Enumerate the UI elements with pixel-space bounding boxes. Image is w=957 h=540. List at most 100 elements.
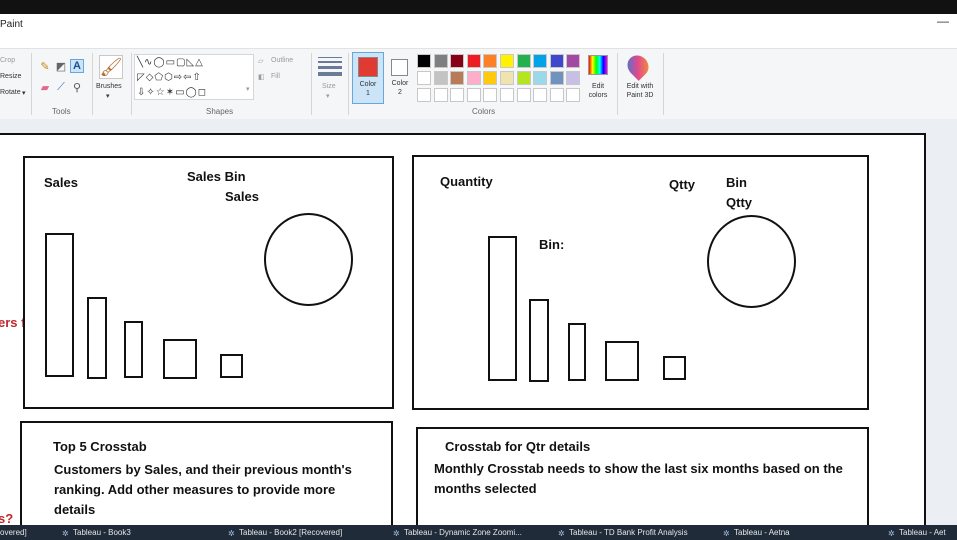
tableau-icon: ✲	[393, 529, 400, 538]
fill-bucket-icon[interactable]: ◩	[54, 59, 68, 73]
palette-swatch[interactable]	[533, 71, 548, 85]
quantity-title: Quantity	[440, 174, 493, 189]
taskbar-item[interactable]: overed]	[0, 528, 27, 537]
sales-title: Sales	[44, 175, 78, 190]
tableau-icon: ✲	[723, 529, 730, 538]
shapes-group-label: Shapes	[206, 107, 234, 116]
screen-top-bar	[0, 0, 957, 14]
palette-swatch[interactable]	[500, 54, 514, 68]
palette-swatch[interactable]	[417, 71, 431, 85]
sales-bin-label: Sales Bin	[187, 169, 246, 184]
shapes-row[interactable]: ╲∿◯▭▢◺△	[137, 55, 253, 70]
pencil-icon[interactable]: ✎	[38, 59, 52, 73]
palette-swatch[interactable]	[417, 88, 431, 102]
resize-button[interactable]: Resize	[0, 73, 21, 80]
palette-swatch[interactable]	[433, 88, 448, 102]
top5-description: Customers by Sales, and their previous m…	[54, 462, 352, 517]
shapes-scroll-icon[interactable]: ▾	[246, 85, 250, 93]
rotate-dropdown-icon[interactable]: ▾	[22, 89, 26, 97]
bar-shape	[488, 236, 517, 381]
paint3d-label-1[interactable]: Edit with	[620, 83, 660, 90]
outline-button[interactable]: Outline	[271, 57, 293, 64]
color2-label: Color	[391, 80, 409, 87]
taskbar-item[interactable]: ✲ Tableau - Book3	[62, 528, 131, 538]
size-button[interactable]: Size	[322, 83, 336, 90]
palette-swatch[interactable]	[533, 88, 548, 102]
palette-swatch[interactable]	[417, 54, 431, 68]
palette-swatch[interactable]	[483, 71, 498, 85]
color1-number: 1	[366, 90, 370, 97]
fill-button[interactable]: Fill	[271, 73, 280, 80]
divider	[31, 53, 32, 115]
circle-shape	[707, 215, 796, 308]
palette-swatch[interactable]	[466, 54, 481, 68]
edit-colors-label-1[interactable]: Edit	[582, 83, 614, 90]
taskbar-item[interactable]: ✲ Tableau - Aetna	[723, 528, 790, 538]
color2-button[interactable]: Color 2	[386, 52, 414, 104]
bar-shape	[529, 299, 549, 382]
bar-shape	[45, 233, 74, 377]
palette-swatch[interactable]	[500, 88, 514, 102]
drawing-canvas[interactable]: ers from s? Sales Sales Bin Sales Quanti…	[0, 133, 926, 525]
palette-swatch[interactable]	[516, 54, 531, 68]
crop-button[interactable]: Crop	[0, 57, 15, 64]
taskbar-item[interactable]: ✲ Tableau - Aet	[888, 528, 946, 538]
divider	[131, 53, 132, 115]
shapes-row[interactable]: ⇩✧☆✶▭◯◻	[137, 85, 253, 99]
size-icon[interactable]	[318, 57, 342, 76]
taskbar-item[interactable]: ✲ Tableau - Book2 [Recovered]	[228, 528, 342, 538]
palette-swatch[interactable]	[433, 54, 448, 68]
taskbar-item[interactable]: ✲ Tableau - Dynamic Zone Zoomi...	[393, 528, 522, 538]
eraser-icon[interactable]: ▰	[38, 80, 52, 94]
edit-colors-icon[interactable]	[588, 55, 608, 75]
brushes-icon[interactable]: 🖌	[99, 55, 123, 79]
palette-swatch[interactable]	[466, 88, 481, 102]
brushes-button[interactable]: Brushes	[96, 83, 122, 90]
rotate-button[interactable]: Rotate	[0, 89, 21, 96]
partial-text-left-bottom: s?	[0, 511, 14, 525]
size-dropdown-icon[interactable]: ▾	[326, 92, 330, 100]
palette-swatch[interactable]	[566, 71, 581, 85]
bar-shape	[605, 341, 639, 381]
bin-colon-label: Bin:	[539, 237, 565, 252]
shapes-gallery[interactable]: ╲∿◯▭▢◺△ ◸◇⬠⬡⇨⇦⇧ ⇩✧☆✶▭◯◻	[134, 54, 254, 100]
palette-swatch[interactable]	[566, 88, 581, 102]
minimize-icon[interactable]: —	[937, 14, 949, 28]
palette-swatch[interactable]	[549, 71, 564, 85]
palette-swatch[interactable]	[516, 88, 531, 102]
palette-swatch[interactable]	[433, 71, 448, 85]
window-title: Paint	[0, 19, 23, 30]
palette-swatch[interactable]	[450, 71, 465, 85]
paint3d-icon[interactable]	[623, 51, 653, 81]
shapes-row[interactable]: ◸◇⬠⬡⇨⇦⇧	[137, 70, 253, 85]
palette-swatch[interactable]	[483, 54, 498, 68]
color1-button[interactable]: Color 1	[352, 52, 384, 104]
taskbar-item[interactable]: ✲ Tableau - TD Bank Profit Analysis	[558, 528, 688, 538]
palette-swatch[interactable]	[450, 88, 465, 102]
palette-swatch[interactable]	[566, 54, 581, 68]
color-picker-icon[interactable]: ⟋	[54, 80, 68, 94]
qtty-bin-sub: Qtty	[726, 195, 752, 210]
ribbon: Crop Resize Rotate ▾ ✎ ◩ A ▰ ⟋ ⚲ Tools 🖌…	[0, 48, 957, 120]
brushes-dropdown-icon[interactable]: ▾	[106, 92, 110, 100]
palette-swatch[interactable]	[483, 88, 498, 102]
paint3d-label-2[interactable]: Paint 3D	[620, 92, 660, 99]
color1-label: Color	[359, 81, 377, 88]
palette-swatch[interactable]	[450, 54, 465, 68]
edit-colors-label-2[interactable]: colors	[582, 92, 614, 99]
palette-swatch[interactable]	[500, 71, 514, 85]
outline-icon: ▱	[258, 58, 264, 65]
palette-swatch[interactable]	[533, 54, 548, 68]
palette-swatch[interactable]	[516, 71, 531, 85]
divider	[311, 53, 312, 115]
palette-swatch[interactable]	[466, 71, 481, 85]
sales-panel: Sales Sales Bin Sales	[23, 156, 394, 409]
divider	[348, 53, 349, 115]
quantity-panel: Quantity Qtty Bin Qtty Bin:	[412, 155, 869, 410]
text-tool-icon[interactable]: A	[70, 59, 84, 73]
palette-swatch[interactable]	[549, 88, 564, 102]
top5-crosstab-panel: Top 5 Crosstab Customers by Sales, and t…	[20, 421, 393, 525]
palette-swatch[interactable]	[549, 54, 564, 68]
tableau-icon: ✲	[558, 529, 565, 538]
magnifier-icon[interactable]: ⚲	[70, 80, 84, 94]
